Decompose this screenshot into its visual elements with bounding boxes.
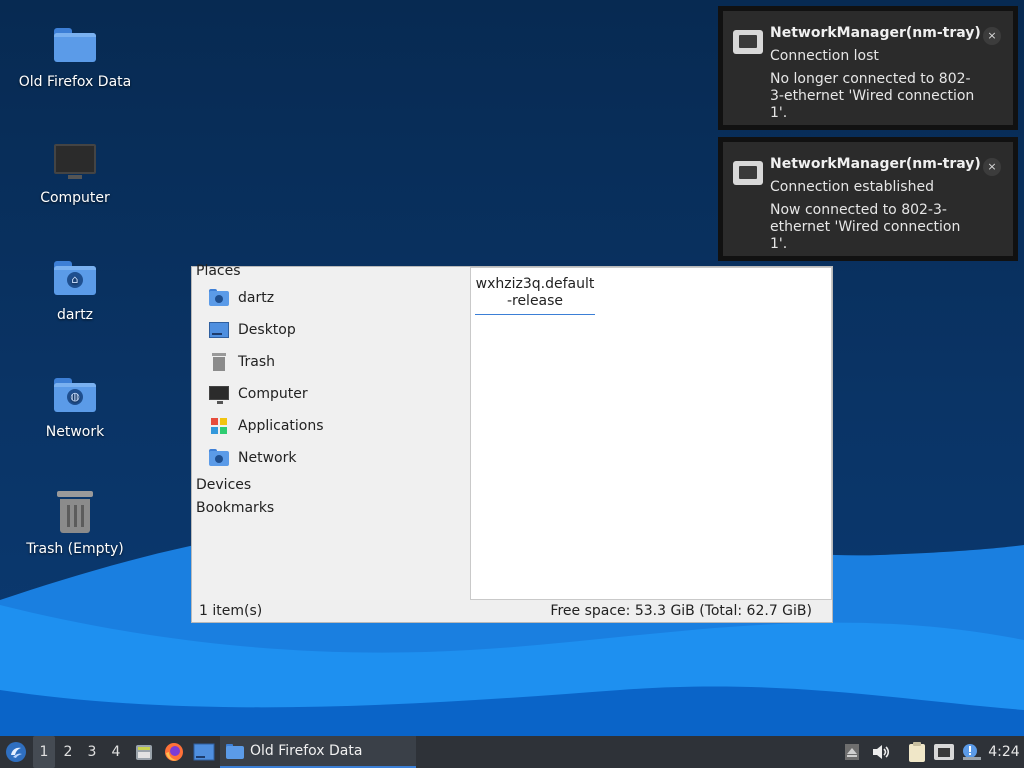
desktop-icon-label: Computer: [40, 190, 110, 206]
network-folder-icon: ◍: [52, 372, 98, 418]
file-manager-launcher[interactable]: [132, 736, 156, 768]
trash-icon: [209, 352, 229, 372]
workspace-4[interactable]: 4: [105, 736, 127, 768]
clock[interactable]: 4:24: [986, 736, 1022, 768]
eject-icon: [845, 744, 859, 760]
update-notifier-icon: [963, 744, 981, 760]
desktop-icon-trash[interactable]: Trash (Empty): [10, 489, 140, 557]
desktop-icon-label: Network: [45, 424, 105, 440]
workspace-2[interactable]: 2: [57, 736, 79, 768]
file-manager-window: Places dartz Desktop Trash Computer Appl…: [191, 263, 833, 623]
notification-body: Now connected to 802-3-ethernet 'Wired c…: [770, 202, 961, 252]
notification-connection-established[interactable]: NetworkManager(nm-tray) Connection estab…: [718, 137, 1018, 261]
close-icon[interactable]: ×: [983, 27, 1001, 45]
clipboard-button[interactable]: [906, 736, 928, 768]
desktop-icon-old-firefox-data[interactable]: Old Firefox Data: [10, 22, 140, 90]
task-label: Old Firefox Data: [250, 743, 363, 759]
desktop-icon-label: dartz: [56, 307, 94, 323]
folder-icon: [226, 744, 244, 759]
notification-summary: Connection established: [770, 179, 934, 195]
desktop-icon-label: Trash (Empty): [26, 541, 124, 557]
show-desktop-button[interactable]: [192, 736, 216, 768]
sidebar-item-label: Applications: [238, 418, 324, 434]
desktop-icon-computer[interactable]: Computer: [10, 138, 140, 206]
file-view[interactable]: wxhziz3q.default -release: [470, 267, 832, 600]
notification-app: NetworkManager(nm-tray): [770, 25, 981, 41]
task-old-firefox-data[interactable]: Old Firefox Data: [220, 736, 416, 768]
start-menu-button[interactable]: [4, 736, 28, 768]
network-wired-icon: [733, 161, 763, 185]
home-folder-icon: [209, 288, 229, 308]
bookmarks-heading[interactable]: Bookmarks: [196, 500, 274, 516]
desktop-icon-dartz[interactable]: ⌂ dartz: [10, 255, 140, 323]
network-folder-icon: [209, 448, 229, 468]
workspace-3[interactable]: 3: [81, 736, 103, 768]
file-manager-icon: [136, 745, 152, 760]
applications-icon: [209, 416, 229, 436]
update-notifier-button[interactable]: [960, 736, 982, 768]
places-heading[interactable]: Places: [196, 263, 241, 279]
file-name-line-2: -release: [506, 293, 564, 309]
desktop-icon-network[interactable]: ◍ Network: [10, 372, 140, 440]
free-space: Free space: 53.3 GiB (Total: 62.7 GiB): [550, 603, 812, 619]
notification-app: NetworkManager(nm-tray): [770, 156, 981, 172]
volume-button[interactable]: [870, 736, 892, 768]
lubuntu-logo-icon: [6, 742, 26, 762]
sidebar-item-label: Computer: [238, 386, 308, 402]
clipboard-icon: [909, 742, 925, 762]
file-name-line-1: wxhziz3q.default: [475, 276, 595, 292]
notification-connection-lost[interactable]: NetworkManager(nm-tray) Connection lost …: [718, 6, 1018, 130]
devices-heading[interactable]: Devices: [196, 477, 251, 493]
status-bar: 1 item(s) Free space: 53.3 GiB (Total: 6…: [192, 600, 832, 622]
computer-icon: [52, 138, 98, 184]
sidebar-item-desktop[interactable]: Desktop: [209, 317, 459, 343]
volume-icon: [873, 745, 890, 759]
file-item[interactable]: wxhziz3q.default -release: [475, 276, 595, 315]
network-tray-button[interactable]: [933, 736, 955, 768]
sidebar-item-dartz[interactable]: dartz: [209, 285, 459, 311]
sidebar: Places dartz Desktop Trash Computer Appl…: [192, 263, 470, 600]
firefox-launcher[interactable]: [162, 736, 186, 768]
network-wired-icon: [934, 744, 954, 760]
workspace-1[interactable]: 1: [33, 736, 55, 768]
eject-button[interactable]: [842, 736, 862, 768]
close-icon[interactable]: ×: [983, 158, 1001, 176]
notification-summary: Connection lost: [770, 48, 879, 64]
desktop-icon: [209, 320, 229, 340]
trash-icon: [52, 489, 98, 535]
show-desktop-icon: [193, 743, 215, 761]
sidebar-item-trash[interactable]: Trash: [209, 349, 459, 375]
sidebar-item-network[interactable]: Network: [209, 445, 459, 471]
sidebar-item-applications[interactable]: Applications: [209, 413, 459, 439]
taskbar: 1 2 3 4 Old Firefox Data 4:24: [0, 736, 1024, 768]
sidebar-item-label: Network: [238, 450, 297, 466]
item-count: 1 item(s): [199, 603, 263, 619]
sidebar-item-label: Trash: [238, 354, 275, 370]
sidebar-item-label: Desktop: [238, 322, 296, 338]
desktop: Old Firefox Data Computer ⌂ dartz ◍ Netw…: [0, 0, 1024, 736]
firefox-icon: [165, 743, 183, 761]
computer-icon: [209, 384, 229, 404]
sidebar-item-label: dartz: [238, 290, 275, 306]
home-folder-icon: ⌂: [52, 255, 98, 301]
notification-body: No longer connected to 802-3-ethernet 'W…: [770, 71, 975, 121]
folder-icon: [52, 22, 98, 68]
sidebar-item-computer[interactable]: Computer: [209, 381, 459, 407]
desktop-icon-label: Old Firefox Data: [18, 74, 132, 90]
network-wired-icon: [733, 30, 763, 54]
